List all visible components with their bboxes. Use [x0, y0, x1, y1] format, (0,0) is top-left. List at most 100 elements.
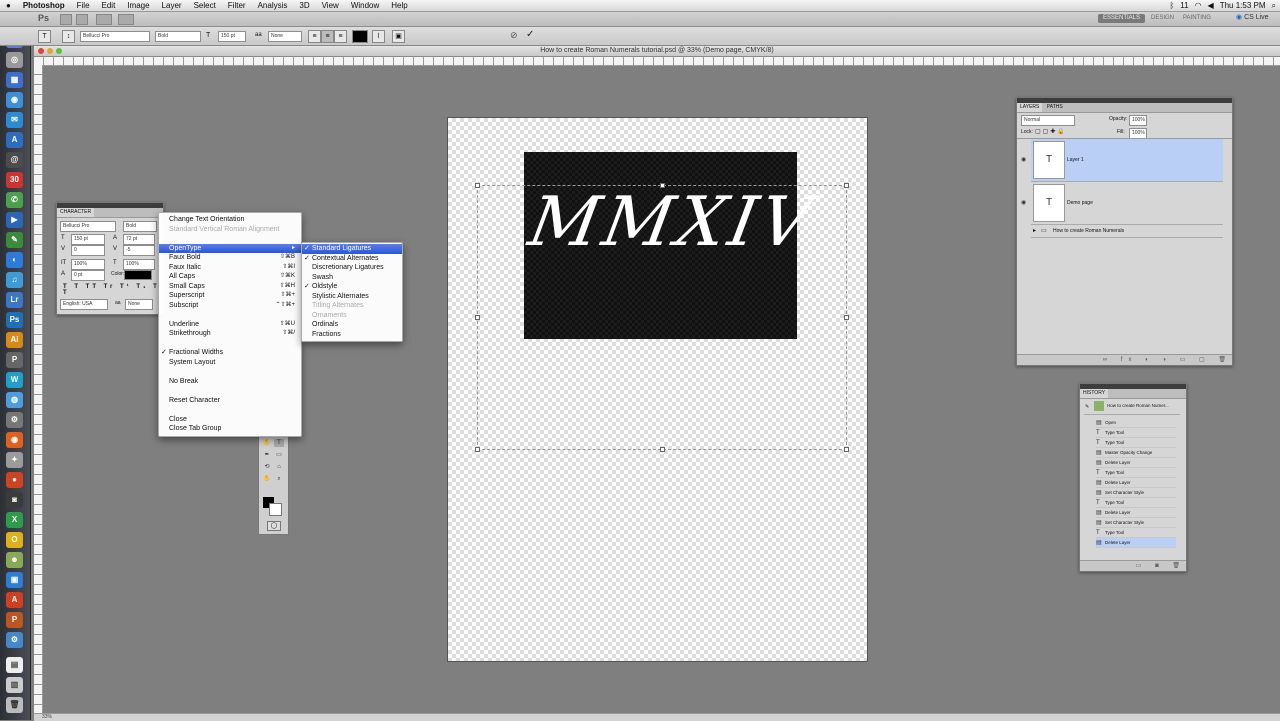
submenu-ordinals[interactable]: Ordinals	[302, 320, 402, 330]
char-hscale[interactable]: 100%	[123, 259, 155, 270]
lightroom-icon[interactable]: Lr	[6, 292, 23, 308]
facetime-icon[interactable]: ▶	[6, 212, 23, 228]
history-item[interactable]: T Type Tool	[1096, 498, 1176, 508]
layers-footer-buttons[interactable]: ∞ fx ◐ ◑ ▭ ▢ 🗑	[1017, 354, 1232, 365]
tab-paths[interactable]: PATHS	[1044, 103, 1066, 112]
menu-view[interactable]: View	[316, 1, 345, 10]
document-icon[interactable]: ▤	[6, 657, 23, 673]
menu-no-break[interactable]: No Break	[159, 377, 301, 387]
history-item[interactable]: T Type Tool	[1096, 428, 1176, 438]
menu-analysis[interactable]: Analysis	[252, 1, 294, 10]
workspace-design[interactable]: DESIGN	[1146, 14, 1179, 23]
char-language[interactable]: English: USA	[60, 299, 108, 310]
menu-layer[interactable]: Layer	[156, 1, 188, 10]
visibility-eye-icon[interactable]: ◉	[1021, 157, 1028, 163]
submenu-discretionary-ligatures[interactable]: Discretionary Ligatures	[302, 263, 402, 273]
zoom-window-icon[interactable]	[56, 48, 62, 54]
folder-icon[interactable]: ▥	[6, 677, 23, 693]
tool-type-icon[interactable]: T	[274, 439, 284, 447]
submenu-contextual-alternates[interactable]: ✓ Contextual Alternates	[302, 254, 402, 264]
history-item[interactable]: ▤ Master Opacity Change	[1096, 448, 1176, 458]
horizontal-ruler[interactable]	[34, 57, 1280, 66]
safari-icon[interactable]: ◉	[6, 92, 23, 108]
network-icon[interactable]: ◍	[6, 392, 23, 408]
menu-superscript[interactable]: Superscript ⇧⌘+	[159, 291, 301, 301]
tool-handgrab-icon[interactable]: ✋	[262, 475, 272, 483]
menu-faux-bold[interactable]: Faux Bold ⇧⌘B	[159, 253, 301, 263]
bridge-icon[interactable]	[60, 14, 72, 25]
menu-3d[interactable]: 3D	[293, 1, 315, 10]
dashboard-icon[interactable]: ◎	[6, 52, 23, 68]
powerpoint-icon[interactable]: P	[6, 612, 23, 628]
acrobat-icon[interactable]: A	[6, 592, 23, 608]
char-kerning[interactable]: 0	[71, 245, 105, 256]
disclosure-triangle-icon[interactable]: ▸	[1033, 227, 1036, 234]
bbox-handle-tl[interactable]	[475, 183, 480, 188]
bbox-handle-l[interactable]	[475, 315, 480, 320]
history-item[interactable]: ▤ Set Character Style	[1096, 488, 1176, 498]
quick-mask-icon[interactable]: ◯	[267, 521, 281, 531]
submenu-oldstyle[interactable]: ✓ Oldstyle	[302, 282, 402, 292]
camera-icon[interactable]: ◙	[6, 492, 23, 508]
menu-change-text-orientation[interactable]: Change Text Orientation	[159, 215, 301, 225]
menu-subscript[interactable]: Subscript ⌃⇧⌘+	[159, 301, 301, 311]
align-left-icon[interactable]: ≡	[308, 30, 321, 43]
minibridge-icon[interactable]	[76, 14, 88, 25]
app-store-icon[interactable]: A	[6, 132, 23, 148]
history-snapshot[interactable]: ✎ How to create Roman Numer...	[1084, 400, 1180, 415]
panels-toggle-icon[interactable]: ▣	[392, 30, 405, 43]
screen-mode-icon[interactable]	[118, 14, 134, 25]
menu-system-layout[interactable]: System Layout	[159, 358, 301, 368]
trash-icon[interactable]: 🗑	[6, 697, 23, 713]
char-font-style[interactable]: Bold	[123, 221, 157, 232]
type-style-buttons[interactable]: T T TT Tr T¹ T₁ T T	[63, 284, 163, 296]
cancel-edits-icon[interactable]: ⊘	[510, 30, 518, 41]
minimize-window-icon[interactable]	[47, 48, 53, 54]
bbox-handle-bl[interactable]	[475, 447, 480, 452]
char-color-swatch[interactable]	[124, 270, 152, 280]
visibility-eye-icon[interactable]: ◉	[1021, 200, 1028, 206]
menu-window[interactable]: Window	[345, 1, 385, 10]
word-icon[interactable]: W	[6, 372, 23, 388]
warp-text-icon[interactable]: ⌇	[372, 30, 385, 43]
char-leading[interactable]: 72 pt	[123, 234, 155, 245]
char-tracking[interactable]: -5	[123, 245, 155, 256]
menu-small-caps[interactable]: Small Caps ⇧⌘H	[159, 282, 301, 292]
bbox-handle-b[interactable]	[660, 447, 665, 452]
tool-3d-icon[interactable]: ⟲	[262, 463, 272, 471]
bbox-handle-br[interactable]	[844, 447, 849, 452]
history-item[interactable]: ▤ Set Character Style	[1096, 518, 1176, 528]
group-name[interactable]: How to create Roman Numerals	[1053, 228, 1124, 234]
antialias-select[interactable]: None	[268, 31, 302, 42]
media-icon[interactable]: ▣	[6, 572, 23, 588]
char-font-family[interactable]: Bellucci Pro	[60, 221, 116, 232]
script-icon[interactable]: P	[6, 352, 23, 368]
submenu-swash[interactable]: Swash	[302, 273, 402, 283]
toggle-orientation-icon[interactable]: ↕	[62, 30, 75, 43]
tool-icon[interactable]: ✦	[6, 452, 23, 468]
mail-icon[interactable]: ✉	[6, 112, 23, 128]
submenu-stylistic-alternates[interactable]: Stylistic Alternates	[302, 292, 402, 302]
tool-hand-icon[interactable]: ✋	[262, 439, 272, 447]
menu-faux-italic[interactable]: Faux Italic ⇧⌘I	[159, 263, 301, 273]
zoom-level[interactable]: 33%	[42, 714, 52, 720]
workspace-painting[interactable]: PAINTING	[1178, 14, 1216, 23]
menu-image[interactable]: Image	[121, 1, 155, 10]
menu-filter[interactable]: Filter	[222, 1, 252, 10]
illustrator-icon[interactable]: Ai	[6, 332, 23, 348]
bbox-handle-tr[interactable]	[844, 183, 849, 188]
arrange-icon[interactable]	[96, 14, 112, 25]
blend-mode-select[interactable]: Normal	[1021, 115, 1075, 126]
mission-control-icon[interactable]: ▦	[6, 72, 23, 88]
menu-select[interactable]: Select	[188, 1, 222, 10]
menu-app[interactable]: Photoshop	[17, 1, 71, 10]
close-window-icon[interactable]	[38, 48, 44, 54]
history-item-current[interactable]: ▤ Delete Layer	[1096, 538, 1176, 548]
tab-character[interactable]: CHARACTER	[57, 208, 95, 217]
background-color-swatch[interactable]	[269, 503, 282, 516]
history-item[interactable]: ▤ Delete Layer	[1096, 478, 1176, 488]
opacity-input[interactable]: 100%	[1129, 115, 1147, 126]
char-antialias[interactable]: None	[125, 299, 153, 310]
submenu-fractions[interactable]: Fractions	[302, 330, 402, 340]
outlook-icon[interactable]: O	[6, 532, 23, 548]
